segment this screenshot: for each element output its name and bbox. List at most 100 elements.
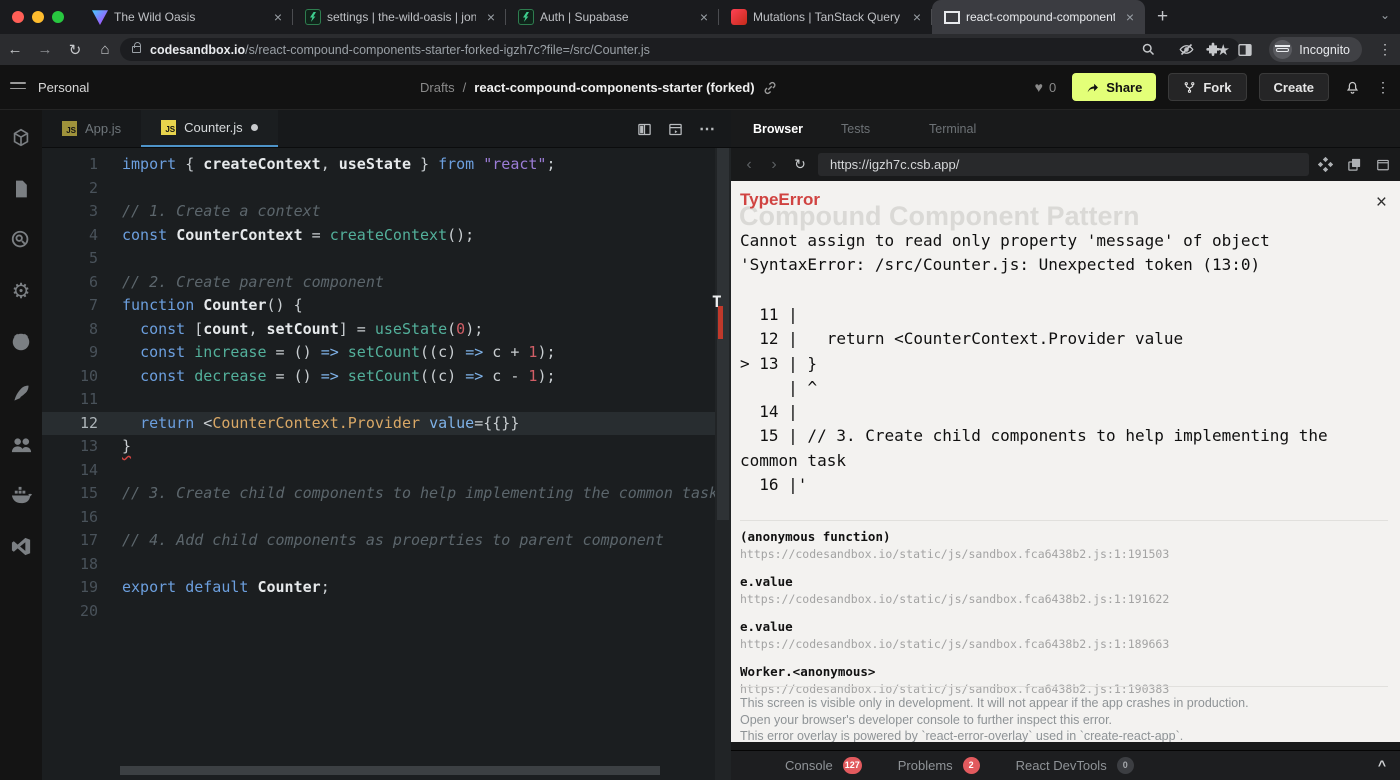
browser-tab[interactable]: settings | the-wild-oasis | jona ×: [293, 0, 506, 34]
stack-frame-location: https://codesandbox.io/static/js/sandbox…: [740, 637, 1170, 651]
live-collaboration-users-icon[interactable]: [9, 432, 33, 456]
editor-more-icon[interactable]: ⋯: [699, 119, 717, 139]
code-line[interactable]: 19 export default Counter;: [42, 576, 715, 600]
project-title[interactable]: react-compound-components-starter (forke…: [474, 80, 754, 95]
code-lines[interactable]: 1 import { createContext, useState } from…: [42, 148, 715, 780]
line-number: 10: [79, 366, 98, 385]
hamburger-menu-icon[interactable]: [10, 82, 26, 93]
lock-icon[interactable]: [132, 42, 141, 53]
editor-tab-appjs[interactable]: JS App.js: [42, 110, 141, 147]
tab-terminal[interactable]: Terminal: [929, 122, 995, 136]
code-line[interactable]: 9 const increase = () => setCount((c) =>…: [42, 341, 715, 365]
eye-off-icon[interactable]: [1178, 42, 1195, 57]
editor-scrollbar[interactable]: [715, 148, 731, 780]
create-button[interactable]: Create: [1258, 73, 1329, 101]
new-tab-button[interactable]: +: [1157, 6, 1168, 28]
zoom-icon[interactable]: [1141, 42, 1156, 57]
expand-console-chevron-icon[interactable]: ^: [1378, 757, 1386, 773]
browser-tab[interactable]: Auth | Supabase ×: [506, 0, 719, 34]
profile-chip[interactable]: Incognito: [1269, 37, 1362, 62]
preview-back-icon[interactable]: ‹: [741, 156, 757, 174]
code-line[interactable]: 5: [42, 247, 715, 271]
code-line[interactable]: 7 function Counter() {: [42, 294, 715, 318]
duplicate-preview-icon[interactable]: [1347, 157, 1362, 172]
tab-close-icon[interactable]: ×: [695, 9, 713, 25]
maximize-window-button[interactable]: [52, 11, 64, 23]
preview-window-icon[interactable]: [668, 122, 683, 137]
breadcrumb: Drafts / react-compound-components-start…: [420, 80, 777, 95]
preview-refresh-icon[interactable]: ↻: [791, 156, 809, 173]
docker-icon[interactable]: [9, 483, 33, 507]
browser-tab[interactable]: Mutations | TanStack Query Do ×: [719, 0, 932, 34]
notifications-bell-icon[interactable]: [1341, 80, 1364, 95]
open-in-new-window-icon[interactable]: [1376, 157, 1390, 172]
minimize-window-button[interactable]: [32, 11, 44, 23]
home-button[interactable]: ⌂: [90, 41, 120, 58]
line-number: 4: [88, 225, 98, 244]
code-line[interactable]: 17 // 4. Add child components as proeprti…: [42, 529, 715, 553]
console-toggle[interactable]: Console 127: [785, 757, 862, 774]
code-line[interactable]: 14: [42, 459, 715, 483]
tab-close-icon[interactable]: ×: [482, 9, 500, 25]
react-devtools-toggle[interactable]: React DevTools 0: [1016, 757, 1134, 774]
tab-title: The Wild Oasis: [114, 10, 196, 24]
code-line[interactable]: 6 // 2. Create parent component: [42, 271, 715, 295]
sandbox-info-icon[interactable]: [9, 126, 33, 150]
editor-tab-counterjs[interactable]: JS Counter.js: [141, 110, 278, 147]
code-line[interactable]: 8 const [count, setCount] = useState(0);: [42, 318, 715, 342]
code-line[interactable]: 15 // 3. Create child components to help …: [42, 482, 715, 506]
line-number: 5: [88, 249, 98, 267]
code-line[interactable]: 10 const decrease = () => setCount((c) =…: [42, 365, 715, 389]
close-window-button[interactable]: [12, 11, 24, 23]
file-explorer-icon[interactable]: [9, 177, 33, 201]
header-menu-icon[interactable]: ⋮: [1376, 79, 1390, 96]
code-line[interactable]: 12 return <CounterContext.Provider value…: [42, 411, 715, 435]
tab-tests[interactable]: Tests: [841, 122, 907, 136]
tab-close-icon[interactable]: ×: [1121, 9, 1139, 25]
code-line[interactable]: 16: [42, 506, 715, 530]
likes-counter[interactable]: ♥ 0: [1035, 79, 1057, 95]
github-icon[interactable]: [9, 330, 33, 354]
side-panel-icon[interactable]: [1237, 42, 1253, 58]
breadcrumb-drafts[interactable]: Drafts: [420, 80, 455, 95]
responsive-mode-icon[interactable]: [1318, 157, 1333, 172]
link-icon[interactable]: [763, 81, 777, 95]
extensions-puzzle-icon[interactable]: [1205, 42, 1221, 58]
code-line[interactable]: 2: [42, 177, 715, 201]
vscode-icon[interactable]: [9, 534, 33, 558]
split-view-icon[interactable]: [637, 122, 652, 137]
line-content: // 1. Create a context: [122, 202, 321, 220]
editor-horizontal-scrollbar[interactable]: [120, 766, 660, 775]
browser-tab[interactable]: react-compound-components ×: [932, 0, 1145, 34]
tab-close-icon[interactable]: ×: [269, 9, 287, 25]
code-line[interactable]: 18: [42, 553, 715, 577]
address-bar[interactable]: codesandbox.io/s/react-compound-componen…: [120, 38, 1240, 61]
forward-button[interactable]: →: [30, 41, 60, 58]
preview-forward-icon[interactable]: ›: [766, 156, 782, 174]
preview-url-field[interactable]: https://igzh7c.csb.app/: [818, 153, 1309, 176]
line-content: import { createContext, useState } from …: [122, 155, 556, 173]
code-line[interactable]: 20: [42, 600, 715, 624]
fork-button[interactable]: Fork: [1168, 73, 1247, 101]
tab-search-chevron-icon[interactable]: ⌄: [1380, 8, 1390, 22]
tab-close-icon[interactable]: ×: [908, 9, 926, 25]
settings-gear-icon[interactable]: ⚙: [9, 279, 33, 303]
back-button[interactable]: ←: [0, 41, 30, 58]
code-line[interactable]: 11: [42, 388, 715, 412]
chrome-menu-icon[interactable]: ⋮: [1378, 41, 1392, 58]
overlay-close-icon[interactable]: ×: [1376, 193, 1387, 212]
tab-browser[interactable]: Browser: [753, 122, 819, 136]
browser-tab[interactable]: The Wild Oasis ×: [80, 0, 293, 34]
stack-frame-function: e.value: [740, 619, 793, 634]
share-button[interactable]: Share: [1072, 73, 1157, 101]
reload-button[interactable]: ↻: [60, 41, 90, 59]
line-number: 7: [88, 296, 98, 314]
code-line[interactable]: 13}: [42, 435, 715, 459]
deployment-rocket-icon[interactable]: [9, 381, 33, 405]
code-line[interactable]: 4 const CounterContext = createContext();: [42, 224, 715, 248]
code-line[interactable]: 3 // 1. Create a context: [42, 200, 715, 224]
code-line[interactable]: 1 import { createContext, useState } from…: [42, 153, 715, 177]
problems-toggle[interactable]: Problems 2: [898, 757, 980, 774]
workspace-label[interactable]: Personal: [38, 80, 89, 95]
search-icon[interactable]: [9, 228, 33, 252]
